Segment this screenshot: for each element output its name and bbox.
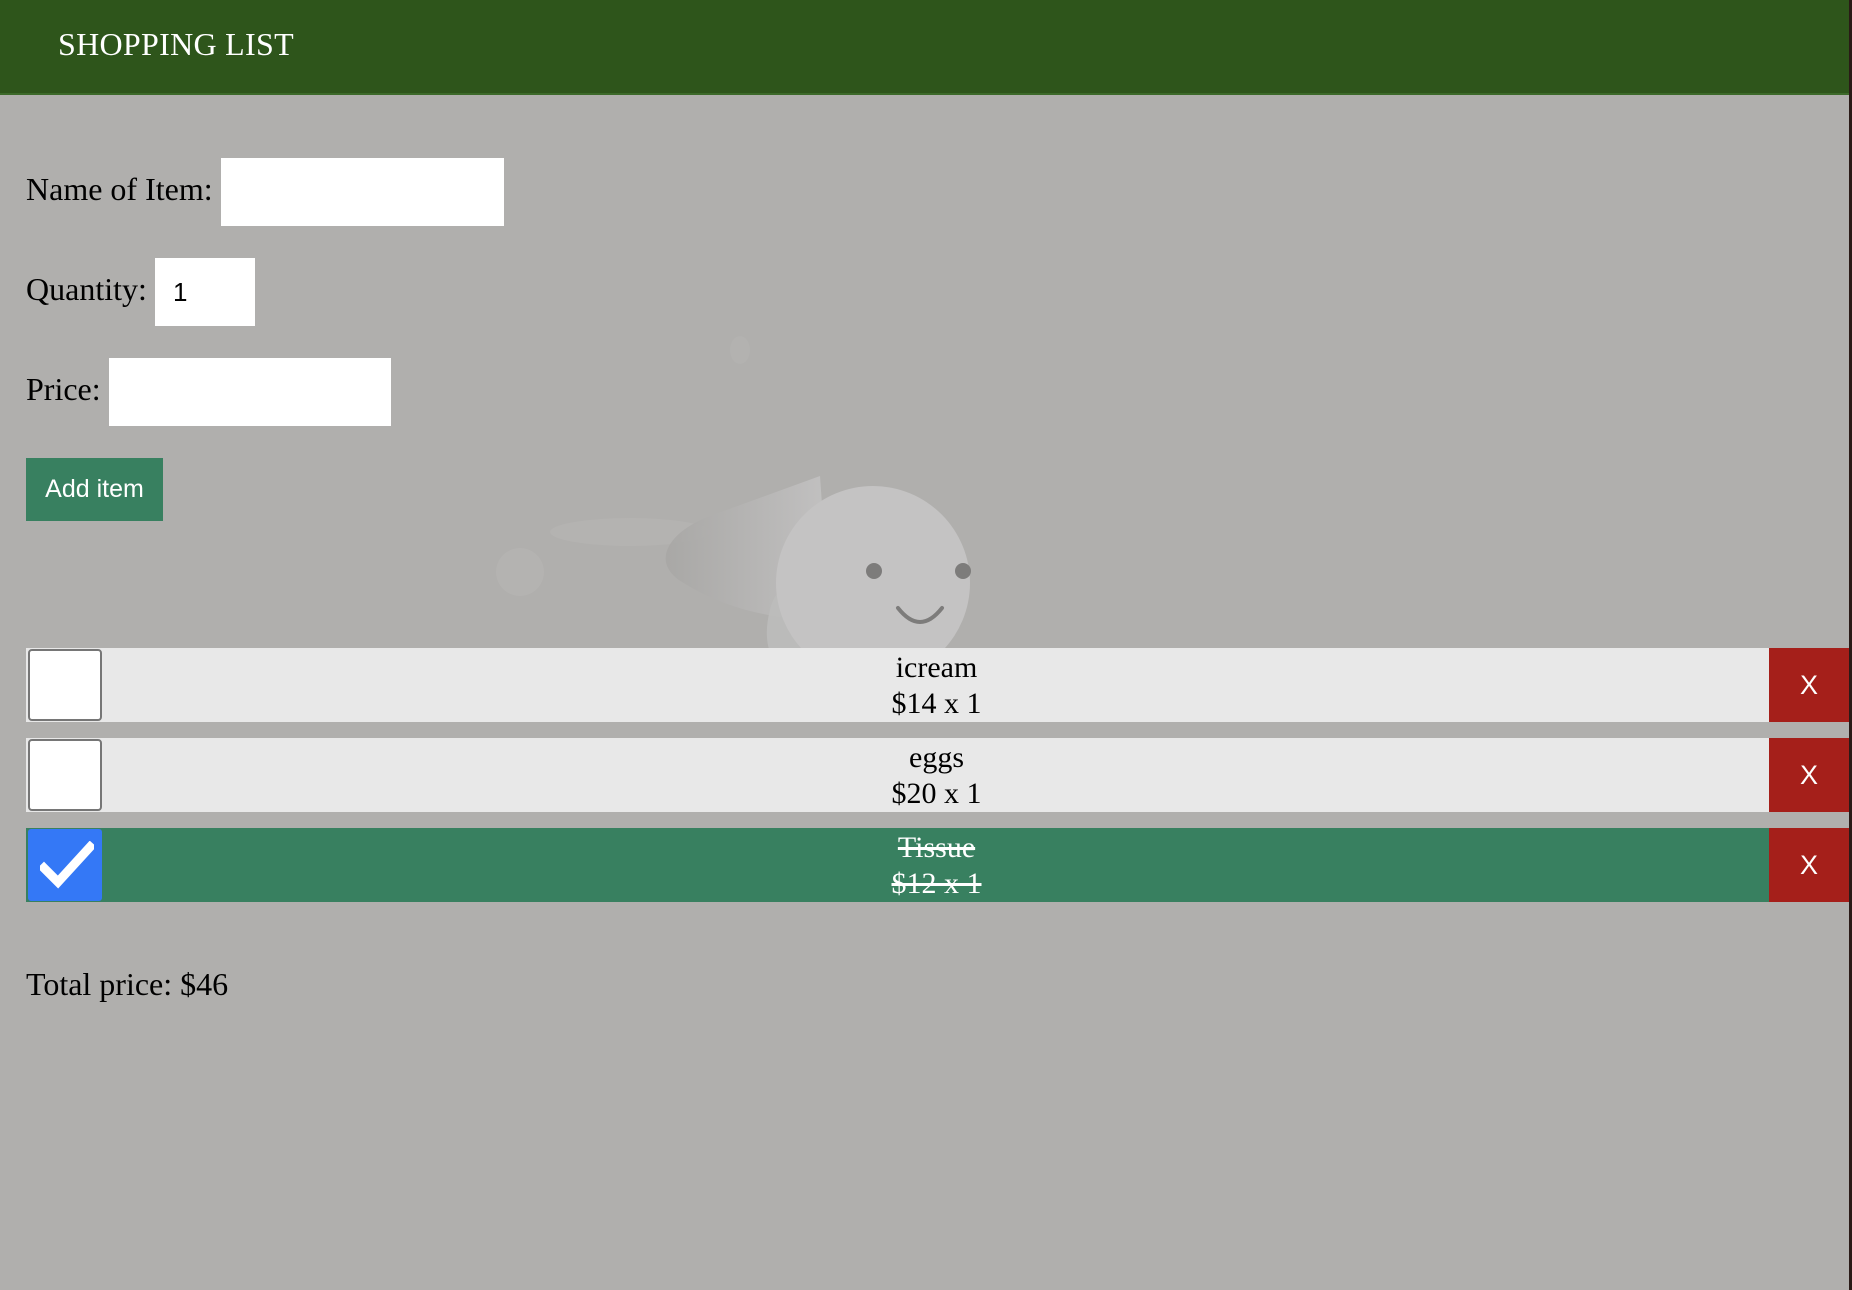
list-item-completed: Tissue $12 x 1 X xyxy=(26,828,1849,902)
price-label: Price: xyxy=(26,371,101,407)
item-name: Tissue xyxy=(897,831,976,864)
item-name: icream xyxy=(895,651,978,684)
delete-item-button[interactable]: X xyxy=(1769,828,1849,902)
mascot-smile xyxy=(896,606,944,624)
item-checkbox[interactable] xyxy=(28,649,102,721)
delete-item-button[interactable]: X xyxy=(1769,648,1849,722)
list-item: eggs $20 x 1 X xyxy=(26,738,1849,812)
list-item: icream $14 x 1 X xyxy=(26,648,1849,722)
item-text: eggs $20 x 1 xyxy=(104,740,1769,812)
header-bar: SHOPPING LIST xyxy=(0,0,1849,95)
item-checkbox-checked[interactable] xyxy=(28,829,102,901)
add-item-button[interactable]: Add item xyxy=(26,458,163,521)
quantity-input[interactable] xyxy=(155,258,255,326)
quantity-label: Quantity: xyxy=(26,271,147,307)
price-input[interactable] xyxy=(109,358,391,426)
item-text: Tissue $12 x 1 xyxy=(104,830,1769,902)
item-checkbox[interactable] xyxy=(28,739,102,811)
item-text: icream $14 x 1 xyxy=(104,650,1769,722)
item-price: $12 x 1 xyxy=(891,867,982,900)
page-title: SHOPPING LIST xyxy=(58,26,294,62)
total-price: Total price: $46 xyxy=(26,966,229,1002)
mascot-eye-right xyxy=(955,563,971,579)
app-window: SHOPPING LIST Name of Item: Quantity: Pr… xyxy=(0,0,1849,1290)
item-price: $20 x 1 xyxy=(891,777,982,810)
item-name-label: Name of Item: xyxy=(26,171,213,207)
item-name: eggs xyxy=(909,741,964,774)
mascot-eye-left xyxy=(866,563,882,579)
shopping-list: icream $14 x 1 X eggs $20 x 1 X Tissue $… xyxy=(26,648,1849,918)
item-price: $14 x 1 xyxy=(891,687,982,720)
item-name-input[interactable] xyxy=(221,158,504,226)
delete-item-button[interactable]: X xyxy=(1769,738,1849,812)
checkmark-icon xyxy=(40,841,94,889)
